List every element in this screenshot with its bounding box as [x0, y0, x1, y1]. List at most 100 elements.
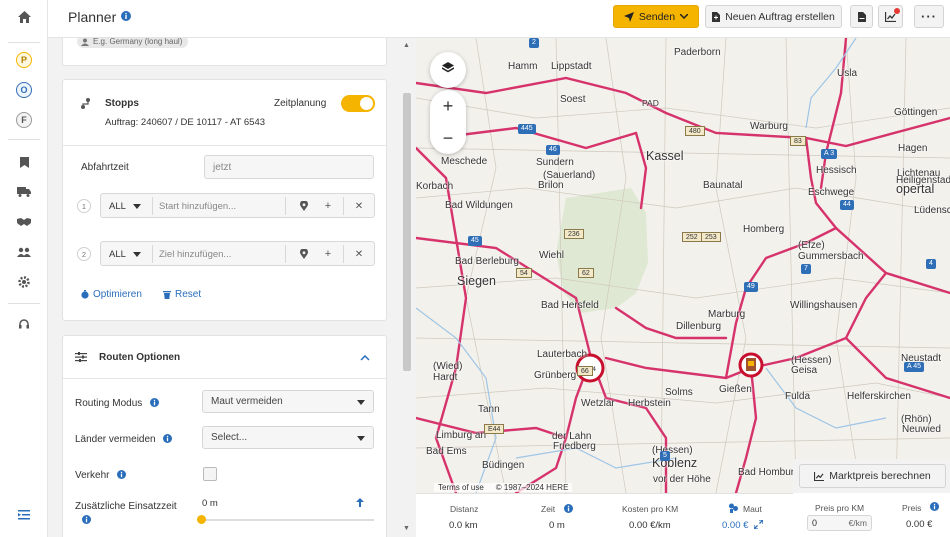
map-place-label: Solms	[665, 387, 693, 398]
scrollbar-thumb[interactable]	[403, 93, 411, 371]
map-place-label: Hardt	[433, 372, 458, 383]
info-icon[interactable]	[150, 398, 160, 407]
arrow-up-icon[interactable]	[356, 498, 364, 510]
routing-mode-select[interactable]: Maut vermeiden	[202, 390, 374, 413]
map-place-label: Geisa	[791, 365, 818, 376]
fleet-nav-f[interactable]: F	[0, 109, 48, 131]
reset-link[interactable]: Reset	[163, 289, 201, 300]
chevron-up-icon[interactable]	[360, 352, 370, 364]
handshake-icon[interactable]	[0, 211, 48, 233]
panel-scrollbar[interactable]: ▲ ▼	[399, 38, 416, 537]
map-place-label: Marburg	[708, 309, 746, 320]
distance-value: 0.0 km	[449, 520, 478, 531]
stop-filter-select[interactable]: ALL	[109, 249, 126, 260]
notification-dot	[894, 8, 900, 14]
map-place-label: Eschwege	[808, 187, 855, 198]
map-place-label: Bad Ems	[426, 446, 467, 457]
price-value: 0.00 €	[906, 519, 933, 530]
extra-time-slider-handle[interactable]	[197, 515, 206, 524]
info-icon[interactable]	[82, 515, 91, 524]
map-place-label: Göttingen	[894, 107, 938, 118]
nav-rail: P O F	[0, 0, 48, 537]
caret-down-icon	[357, 436, 365, 441]
more-options-button[interactable]: ···	[914, 5, 944, 28]
calculate-market-price-button[interactable]: Marktpreis berechnen	[799, 464, 946, 488]
layers-icon[interactable]	[430, 52, 466, 84]
road-shield: 54	[516, 268, 532, 278]
map-place-label: Siegen	[457, 274, 496, 288]
chart-button[interactable]	[878, 5, 903, 28]
chevron-down-icon	[133, 252, 141, 257]
route-icon	[81, 98, 91, 112]
road-shield: A 45	[904, 362, 925, 372]
terms-of-use-link[interactable]: Terms of use	[438, 483, 484, 492]
map-place-label: Büdingen	[482, 460, 525, 471]
new-order-button[interactable]: Neuen Auftrag erstellen	[705, 5, 842, 28]
map-layers-control[interactable]	[430, 52, 466, 88]
remove-stop-icon[interactable]: ✕	[352, 247, 366, 261]
info-icon[interactable]	[117, 470, 127, 479]
stopwatch-icon	[81, 290, 89, 299]
zoom-in-button[interactable]: +	[430, 90, 466, 122]
optimize-label: Optimieren	[93, 289, 142, 300]
info-icon[interactable]	[930, 502, 939, 514]
planner-letter: P	[16, 52, 32, 68]
info-icon[interactable]	[121, 11, 131, 24]
fleet-letter: F	[16, 112, 32, 128]
gear-icon[interactable]	[0, 271, 48, 293]
cost-per-km-label: Kosten pro KM	[622, 504, 679, 514]
planner-nav-p[interactable]: P	[0, 49, 48, 71]
toll-value[interactable]: 0.00 €	[722, 520, 748, 531]
tag-text: E.g. Germany (long haul)	[93, 38, 183, 46]
optimize-link[interactable]: Optimieren	[81, 289, 142, 300]
traffic-checkbox[interactable]	[203, 467, 217, 481]
location-pin-icon[interactable]	[297, 199, 311, 213]
map-place-label: Paderborn	[674, 47, 721, 58]
truck-icon[interactable]	[0, 181, 48, 203]
start-input[interactable]: Start hinzufügen...	[159, 201, 236, 212]
info-icon[interactable]	[163, 434, 173, 443]
extra-time-label: Zusätzliche Einsatzzeit	[75, 500, 185, 528]
scroll-up-arrow-icon[interactable]: ▲	[403, 42, 410, 49]
home-icon[interactable]	[0, 6, 48, 28]
schedule-toggle[interactable]	[341, 95, 375, 112]
bookmark-icon[interactable]	[0, 151, 48, 173]
avoid-countries-value: Select...	[211, 432, 248, 443]
schedule-label: Zeitplanung	[274, 98, 327, 109]
remove-stop-icon[interactable]: ✕	[352, 199, 366, 213]
new-order-label: Neuen Auftrag erstellen	[725, 10, 835, 23]
orders-nav-o[interactable]: O	[0, 79, 48, 101]
collapse-menu-icon[interactable]	[0, 504, 48, 526]
toll-icon	[728, 503, 739, 516]
scroll-down-arrow-icon[interactable]: ▼	[403, 525, 410, 532]
route-options-card: Routen Optionen Routing Modus Maut verme…	[62, 335, 387, 537]
extra-time-slider[interactable]	[202, 519, 374, 521]
expand-icon[interactable]	[753, 519, 764, 532]
send-button[interactable]: Senden	[613, 5, 699, 28]
page-title: Planner	[68, 9, 117, 25]
traffic-text: Verkehr	[75, 470, 110, 481]
avoid-countries-select[interactable]: Select...	[202, 426, 374, 449]
destination-input[interactable]: Ziel hinzufügen...	[159, 249, 231, 260]
pdf-document-button[interactable]	[850, 5, 873, 28]
more-dots-icon: ···	[921, 8, 937, 24]
stop-filter-select[interactable]: ALL	[109, 201, 126, 212]
stops-card: Stopps Auftrag: 240607 / DE 10117 - AT 6…	[62, 79, 387, 321]
zoom-out-button[interactable]: −	[430, 122, 466, 154]
route-map[interactable]: 444 PaderbornHammLippstadtSoestPADmundUs…	[416, 38, 950, 493]
support-icon[interactable]	[0, 314, 48, 336]
users-icon[interactable]	[0, 241, 48, 263]
map-place-label: Hamm	[508, 61, 538, 72]
send-icon	[623, 11, 634, 22]
location-pin-icon[interactable]	[297, 247, 311, 261]
example-tag: E.g. Germany (long haul)	[77, 38, 189, 48]
info-icon[interactable]	[564, 504, 573, 516]
price-per-km-input[interactable]: 0 €/km	[807, 515, 872, 531]
map-place-label: Bad Hersfeld	[541, 300, 599, 311]
road-shield: 445	[518, 124, 536, 134]
add-stop-icon[interactable]: +	[321, 199, 335, 213]
departure-input[interactable]: jetzt	[204, 155, 374, 179]
add-stop-icon[interactable]: +	[321, 247, 335, 261]
chevron-down-icon	[680, 14, 689, 19]
road-shield: 4	[926, 259, 936, 269]
